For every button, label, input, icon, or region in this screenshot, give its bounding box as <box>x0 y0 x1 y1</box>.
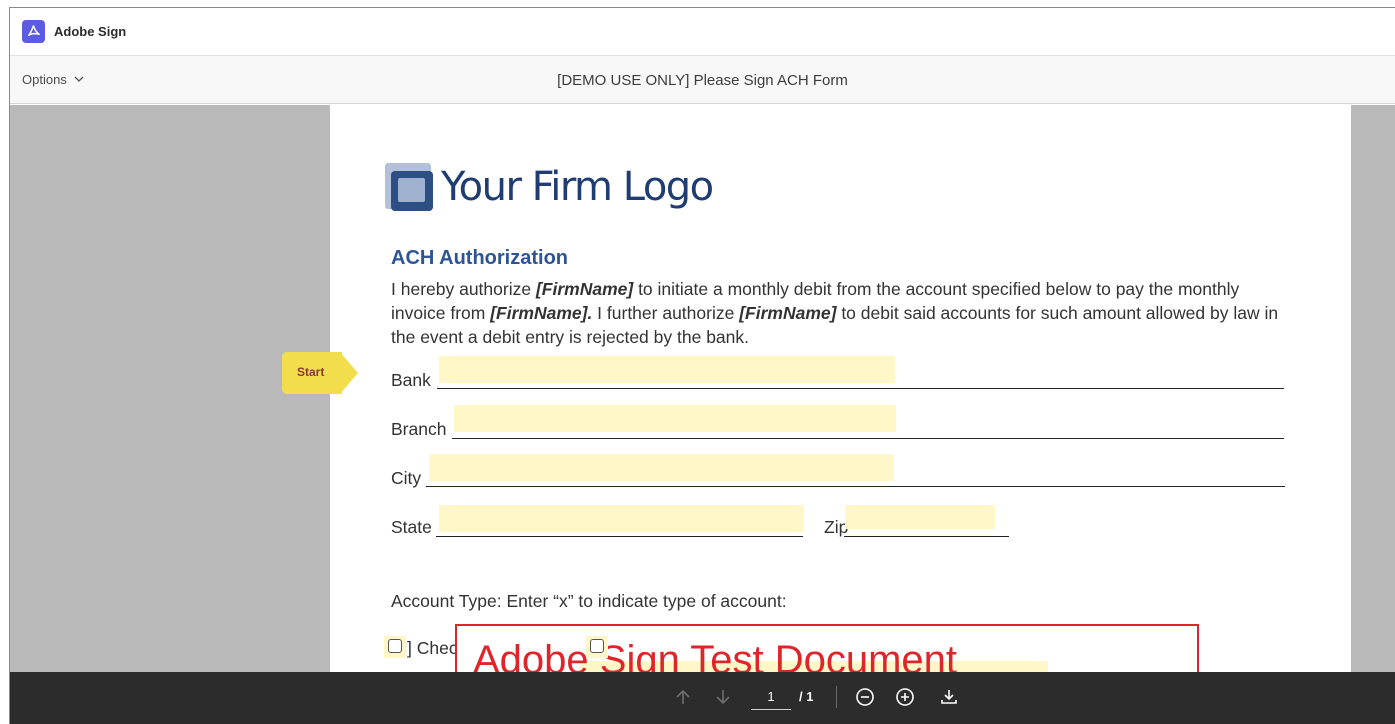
bank-underline <box>437 388 1284 389</box>
zip-underline <box>844 536 1009 537</box>
zoom-out-icon[interactable] <box>852 684 878 710</box>
logo-text: Your Firm Logo <box>441 164 714 210</box>
download-icon[interactable] <box>936 684 962 710</box>
watermark-text: Adobe Sign Test Document <box>473 638 958 672</box>
firm-name-placeholder: [FirmName]. <box>490 303 593 323</box>
logo-mark-icon <box>385 163 435 211</box>
firm-logo: Your Firm Logo <box>385 163 714 211</box>
firm-name-placeholder: [FirmName] <box>535 279 634 299</box>
checking-label: ] Chec <box>407 638 458 658</box>
paragraph-text: I hereby authorize <box>391 279 536 299</box>
document-page: Your Firm Logo ACH Authorization I hereb… <box>282 105 1351 672</box>
zoom-in-icon[interactable] <box>892 684 918 710</box>
page-toolbar: 1 / 1 <box>10 672 1395 724</box>
branch-underline <box>452 438 1284 439</box>
app-header: Adobe Sign <box>10 8 1395 56</box>
city-field[interactable] <box>429 454 894 481</box>
authorization-paragraph: I hereby authorize [FirmName] to initiat… <box>391 277 1291 349</box>
state-underline <box>436 536 803 537</box>
document-title: [DEMO USE ONLY] Please Sign ACH Form <box>557 72 848 89</box>
savings-checkbox[interactable] <box>586 636 608 658</box>
start-button[interactable]: Start <box>282 352 360 394</box>
start-label: Start <box>297 365 325 379</box>
checking-checkbox[interactable] <box>384 636 406 658</box>
document-header: Options [DEMO USE ONLY] Please Sign ACH … <box>10 56 1395 104</box>
app-name: Adobe Sign <box>54 24 127 39</box>
firm-name-placeholder: [FirmName] <box>739 303 837 323</box>
bank-label: Bank <box>391 370 431 390</box>
test-document-watermark: Adobe Sign Test Document <box>455 624 1199 672</box>
toolbar-divider <box>836 686 837 708</box>
branch-field[interactable] <box>454 405 896 432</box>
page-total: / 1 <box>799 689 814 704</box>
arrow-up-icon[interactable] <box>670 684 696 710</box>
bank-field[interactable] <box>439 356 895 383</box>
document-viewer[interactable]: Your Firm Logo ACH Authorization I hereb… <box>10 105 1395 672</box>
paragraph-text: I further authorize <box>592 303 740 323</box>
branch-label: Branch <box>391 419 447 439</box>
arrow-down-icon[interactable] <box>710 684 736 710</box>
state-field[interactable] <box>439 505 804 532</box>
state-label: State <box>391 517 432 537</box>
account-type-label: Account Type: Enter “x” to indicate type… <box>391 591 787 611</box>
city-underline <box>426 486 1285 487</box>
section-heading: ACH Authorization <box>391 247 569 269</box>
page-number-input[interactable]: 1 <box>751 686 791 710</box>
acrobat-icon <box>22 20 45 43</box>
app-window: Adobe Sign Options [DEMO USE ONLY] Pleas… <box>9 7 1395 724</box>
city-label: City <box>391 468 422 488</box>
zip-field[interactable] <box>845 505 995 529</box>
